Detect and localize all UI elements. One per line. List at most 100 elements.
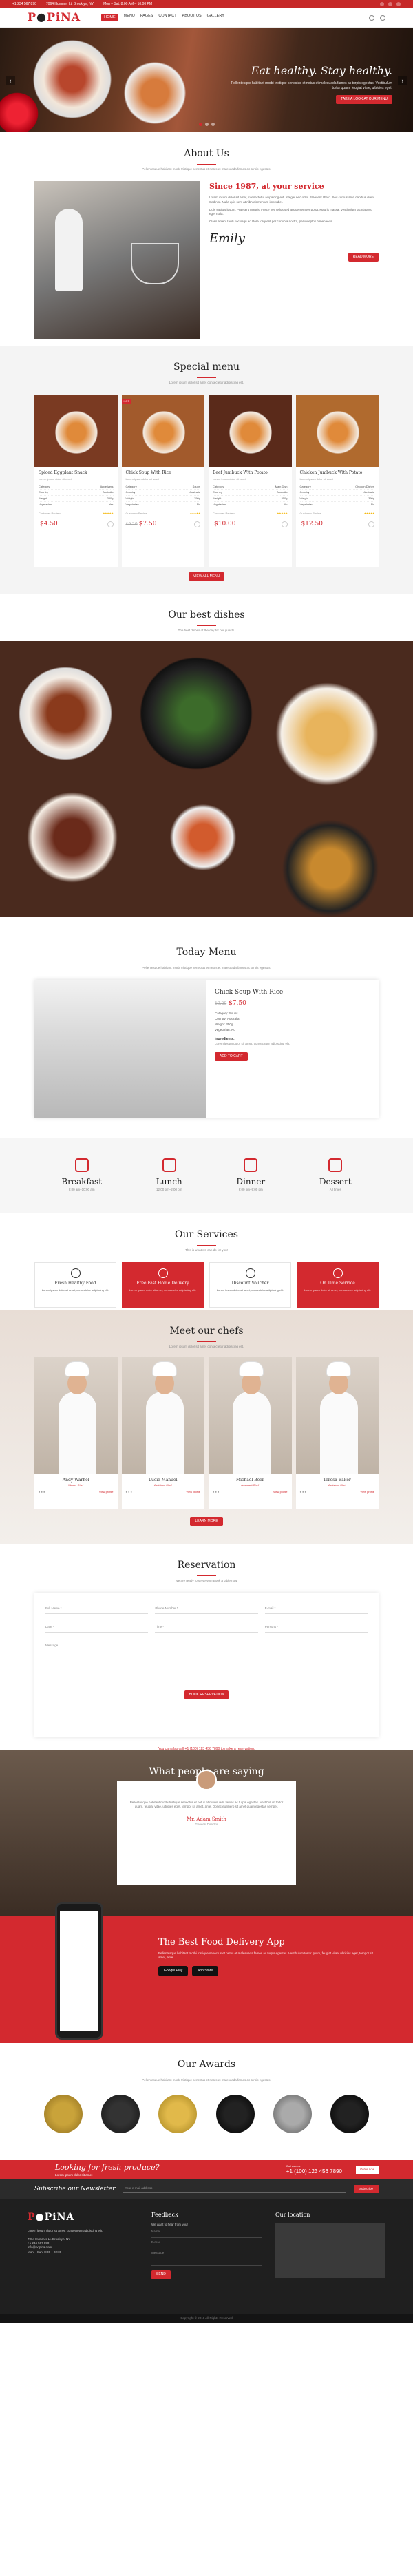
email-field[interactable]: E-mail * [264, 1604, 368, 1615]
banner-subtitle: Lorem ipsum dolor sit amet [55, 2172, 93, 2177]
about-heading: Since 1987, at your service [209, 181, 324, 191]
nav-contact[interactable]: Contact [158, 14, 176, 22]
service-card[interactable]: Free Fast Home Delivery Lorem ipsum dolor… [122, 1261, 204, 1308]
date-field[interactable]: Date * [45, 1622, 149, 1633]
copyright: Copyright © 2018 All Rights Reserved [0, 2314, 413, 2323]
awards-title: Our Awards [177, 2059, 236, 2070]
banner-phone[interactable]: +1 (100) 123 456 7890 [286, 2168, 342, 2175]
logo[interactable]: P●PiNA [28, 10, 81, 25]
full-name-field[interactable]: Full Name * [45, 1604, 149, 1615]
slider-dot[interactable] [211, 122, 215, 126]
persons-field[interactable]: Persons * [264, 1622, 368, 1633]
add-to-cart-button[interactable]: Add to cart [215, 1051, 248, 1061]
menu-card[interactable]: Spiced Eggplant Snack Lorem ipsum dolor … [34, 394, 118, 567]
cart-icon[interactable] [107, 521, 114, 527]
chefs-title: Meet our chefs [169, 1326, 244, 1337]
feedback-email-input[interactable]: E-mail [151, 2238, 262, 2249]
message-field[interactable]: Message [45, 1641, 368, 1683]
award-badge-icon [43, 2094, 83, 2133]
chef-card[interactable]: Lucie Manuel Assistant Chef ● ● ● View pr… [121, 1357, 204, 1509]
menu-item-name[interactable]: Chick Soup With Rice [122, 467, 205, 477]
twitter-icon[interactable] [388, 2, 392, 6]
dish-image[interactable] [268, 675, 385, 793]
menu-item-name[interactable]: Chicken Jumbuck With Potato [296, 467, 379, 477]
dish-image[interactable] [165, 799, 241, 875]
slider-prev-arrow[interactable]: ‹ [6, 76, 15, 85]
social-icons[interactable]: ● ● ● [300, 1490, 306, 1494]
lunch-icon [162, 1158, 176, 1173]
social-icons[interactable]: ● ● ● [126, 1490, 132, 1494]
learn-more-button[interactable]: Learn more [190, 1516, 223, 1526]
instagram-icon[interactable] [396, 2, 401, 6]
app-title: The Best Food Delivery App [158, 1937, 285, 1947]
meal-times: Breakfast 8:00 am–10:00 am Lunch 12:00 pm–… [0, 1138, 413, 1213]
feedback-message-input[interactable]: Message [151, 2248, 262, 2267]
feedback-name-input[interactable]: Name [151, 2227, 262, 2238]
service-card[interactable]: On Time Service Lorem ipsum dolor sit ame… [297, 1261, 379, 1308]
slider-dot[interactable] [198, 122, 202, 126]
app-text: Pellentesque habitant morbi tristique se… [158, 1951, 373, 1960]
menu-card[interactable]: Chicken Jumbuck With Potato Lorem ipsum … [295, 394, 379, 567]
subscribe-button[interactable]: Subscribe [353, 2184, 379, 2194]
footer-about: Lorem ipsum dolor sit amet, consectetur … [28, 2228, 103, 2232]
send-button[interactable]: Send [151, 2270, 171, 2280]
meal-time: All times [329, 1188, 341, 1192]
book-reservation-button[interactable]: Book reservation [184, 1690, 229, 1700]
review-label: Customer Review [213, 512, 235, 516]
slider-dot[interactable] [204, 122, 209, 126]
order-now-button[interactable]: Order now [355, 2165, 379, 2175]
chef-card[interactable]: Teresa Baker Assistant Chef ● ● ● View pr… [295, 1357, 379, 1509]
menu-card[interactable]: Beef Jumbuck With Potato Lorem ipsum dol… [209, 394, 292, 567]
view-profile-link[interactable]: View profile [186, 1490, 200, 1494]
attr-value: 350g [281, 496, 288, 501]
cart-icon[interactable] [368, 521, 374, 527]
dishes-gallery [0, 640, 413, 917]
cart-icon[interactable] [194, 521, 200, 527]
view-profile-link[interactable]: View profile [360, 1490, 374, 1494]
cart-icon[interactable] [281, 521, 288, 527]
hero-menu-button[interactable]: Take a look at our menu [336, 95, 392, 105]
social-icons[interactable]: ● ● ● [39, 1490, 45, 1494]
review-label: Customer Review [39, 512, 61, 516]
social-icons[interactable]: ● ● ● [213, 1490, 219, 1494]
nav-menu[interactable]: Menu [124, 14, 135, 22]
service-card[interactable]: Discount Voucher Lorem ipsum dolor sit am… [209, 1261, 291, 1308]
newsletter-email-input[interactable]: Your e-mail address [123, 2185, 346, 2193]
footer-logo[interactable]: P●PiNA [28, 2211, 138, 2225]
dish-image[interactable] [14, 661, 117, 765]
cart-icon[interactable] [380, 14, 385, 21]
menu-card[interactable]: HOT Chick Soup With Rice Lorem ipsum dol… [121, 394, 205, 567]
rating-stars-icon: ★★★★★ [189, 512, 201, 516]
app-store-button[interactable]: App Store [191, 1965, 219, 1976]
chef-card[interactable]: Andy Warhol Master Chef ● ● ● View profil… [34, 1357, 118, 1509]
about-subtitle: Pellentesque habitant morbi tristique se… [142, 167, 271, 171]
nav-gallery[interactable]: Gallery [207, 14, 224, 22]
menu-item-name[interactable]: Beef Jumbuck With Potato [209, 467, 292, 477]
attr-label: Weight [299, 496, 308, 501]
view-profile-link[interactable]: View profile [273, 1490, 288, 1494]
chef-card[interactable]: Michael Beer Assistant Chef ● ● ● View pr… [209, 1357, 292, 1509]
search-icon[interactable] [369, 14, 374, 21]
attr-label: Country [213, 490, 223, 494]
time-field[interactable]: Time * [155, 1622, 258, 1633]
menu-item-name[interactable]: Spiced Eggplant Snack [34, 467, 118, 477]
dish-image[interactable] [275, 813, 385, 917]
google-play-button[interactable]: Google Play [158, 1965, 189, 1976]
nav-home[interactable]: Home [101, 13, 118, 22]
phone-text[interactable]: +1 234 567 890 [12, 2, 36, 7]
facebook-icon[interactable] [380, 2, 384, 6]
attr-label: Weight [39, 496, 47, 501]
nav-about[interactable]: About us [182, 14, 202, 22]
price: $12.50 [301, 520, 324, 527]
slider-next-arrow[interactable]: › [398, 76, 407, 85]
location-map[interactable] [275, 2223, 385, 2279]
dessert-icon [328, 1158, 343, 1173]
dish-image[interactable] [138, 654, 255, 772]
service-card[interactable]: Fresh Healthy Food Lorem ipsum dolor sit … [34, 1261, 116, 1308]
view-profile-link[interactable]: View profile [99, 1490, 114, 1494]
view-all-menu-button[interactable]: View all menu [188, 572, 225, 581]
nav-pages[interactable]: Pages [140, 14, 153, 22]
read-more-button[interactable]: Read more [348, 252, 379, 262]
phone-field[interactable]: Phone Number * [155, 1604, 258, 1615]
dish-image[interactable] [21, 785, 124, 889]
